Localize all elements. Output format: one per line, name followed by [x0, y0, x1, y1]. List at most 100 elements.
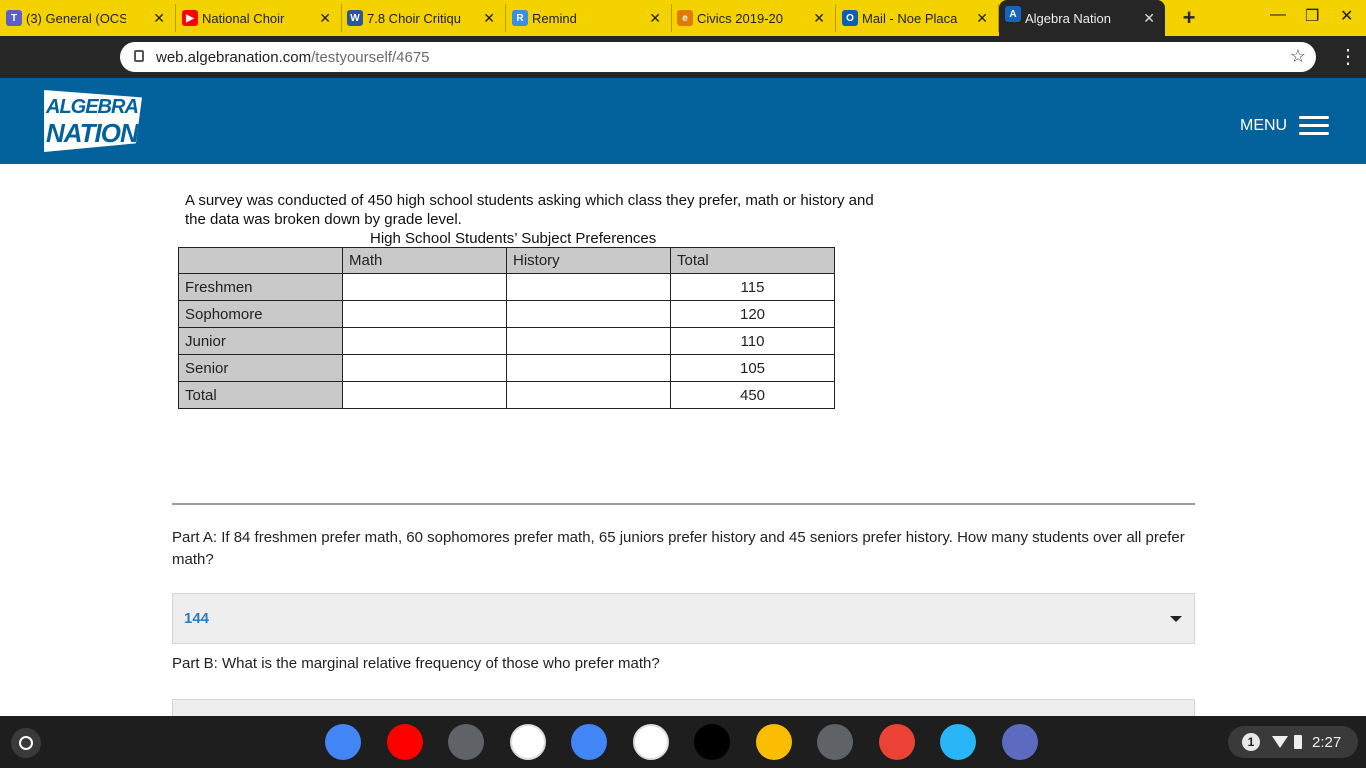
- status-tray[interactable]: 1 2:27: [1228, 726, 1358, 758]
- tab-4[interactable]: R Remind ✕: [506, 4, 672, 32]
- menu-label: MENU: [1240, 116, 1288, 134]
- tab-5[interactable]: e Civics 2019-20 ✕: [671, 4, 836, 32]
- question-intro: A survey was conducted of 450 high schoo…: [185, 192, 874, 228]
- cell-label: Senior: [178, 354, 343, 382]
- chrome-icon[interactable]: [325, 724, 361, 760]
- logo-line-2: NATION: [46, 118, 139, 148]
- cell-math: [342, 300, 507, 328]
- close-tab-icon[interactable]: ✕: [649, 10, 661, 27]
- bookmark-star-icon[interactable]: ☆: [1290, 46, 1306, 67]
- close-tab-icon[interactable]: ✕: [1143, 10, 1155, 27]
- table-row: Junior 110: [178, 327, 835, 355]
- teams-icon: T: [6, 10, 22, 26]
- keyboard-app-icon[interactable]: [1001, 724, 1038, 760]
- wifi-icon: [1272, 736, 1288, 748]
- restore-icon[interactable]: ❐: [1305, 6, 1319, 26]
- remind-icon: R: [512, 10, 528, 26]
- question-content: A survey was conducted of 450 high schoo…: [0, 164, 1366, 719]
- tab-title: Remind: [532, 10, 577, 26]
- cell-history: [506, 381, 671, 409]
- cell-history: [506, 327, 671, 355]
- close-tab-icon[interactable]: ✕: [319, 10, 331, 27]
- classroom-leaf-icon[interactable]: [632, 724, 669, 760]
- close-tab-icon[interactable]: ✕: [483, 10, 495, 27]
- cell-total: 110: [670, 327, 835, 355]
- cell-label: Freshmen: [178, 273, 343, 301]
- chevron-down-icon: [1170, 616, 1182, 622]
- tab-title: Algebra Nation: [1025, 10, 1111, 26]
- tab-7[interactable]: A Algebra Nation ✕: [999, 0, 1165, 36]
- battery-icon: [1294, 735, 1302, 749]
- part-a-prompt: Part A: If 84 freshmen prefer math, 60 s…: [172, 529, 1185, 568]
- tab-title: Mail - Noe Placa: [862, 10, 958, 26]
- part-a-selected-value: 144: [184, 610, 210, 627]
- algebra-nation-logo[interactable]: ALGEBRA NATION: [44, 90, 142, 152]
- url-path: /testyourself/4675: [311, 48, 430, 66]
- edpuzzle-icon: e: [677, 10, 693, 26]
- divider: [172, 503, 1195, 505]
- camera-icon[interactable]: [817, 724, 853, 760]
- tab-2[interactable]: ▶ National Choir ✕: [176, 4, 342, 32]
- close-tab-icon[interactable]: ✕: [976, 10, 988, 27]
- youtube-icon[interactable]: [386, 724, 423, 760]
- tab-1[interactable]: T (3) General (OCS ✕: [0, 4, 176, 32]
- site-header: ALGEBRA NATION MENU: [0, 78, 1366, 164]
- settings-icon[interactable]: [571, 724, 607, 760]
- cell-label: Sophomore: [178, 300, 343, 328]
- cell-math: [342, 381, 507, 409]
- close-tab-icon[interactable]: ✕: [153, 10, 165, 27]
- menu-button[interactable]: MENU: [1240, 111, 1330, 140]
- gmail-icon[interactable]: [878, 724, 915, 760]
- browser-toolbar: ← → ⟳ web.algebranation.com/testyourself…: [0, 36, 1366, 104]
- cell-total: 120: [670, 300, 835, 328]
- cell-history: [506, 273, 671, 301]
- table-title: High School Students’ Subject Preference…: [370, 230, 657, 247]
- algebra-nation-icon: A: [1005, 6, 1021, 22]
- clock: 2:27: [1312, 733, 1342, 751]
- url-domain: web.algebranation.com: [156, 48, 312, 66]
- lock-icon: [134, 50, 144, 62]
- outlook-icon: O: [842, 10, 858, 26]
- address-bar[interactable]: web.algebranation.com/testyourself/4675 …: [120, 42, 1316, 72]
- play-store-icon[interactable]: [509, 724, 546, 760]
- part-b-prompt: Part B: What is the marginal relative fr…: [172, 655, 660, 672]
- tab-title: Civics 2019-20: [697, 10, 783, 26]
- youtube-icon: ▶: [182, 10, 198, 26]
- part-a-answer-dropdown[interactable]: 144: [172, 593, 1195, 644]
- cell-math: [342, 354, 507, 382]
- notification-badge: 1: [1242, 733, 1260, 751]
- cell-label: Total: [178, 381, 343, 409]
- table-row: Total 450: [178, 381, 835, 409]
- tab-title: (3) General (OCS: [26, 10, 126, 26]
- cloud-icon[interactable]: [940, 724, 976, 760]
- cell-history: [506, 354, 671, 382]
- word-icon: W: [347, 10, 363, 26]
- hamburger-icon: [1299, 111, 1330, 140]
- table-header-total: Total: [670, 247, 835, 274]
- browser-menu-icon[interactable]: ⋮: [1338, 44, 1358, 69]
- photos-icon[interactable]: [755, 724, 792, 760]
- cell-math: [342, 273, 507, 301]
- cell-math: [342, 327, 507, 355]
- tab-title: National Choir: [202, 10, 285, 26]
- close-tab-icon[interactable]: ✕: [813, 10, 825, 27]
- minimize-icon[interactable]: ―: [1270, 6, 1286, 24]
- tab-3[interactable]: W 7.8 Choir Critiqu ✕: [341, 4, 506, 32]
- tab-6[interactable]: O Mail - Noe Placa ✕: [836, 4, 999, 32]
- table-header-math: Math: [342, 247, 507, 274]
- cell-label: Junior: [178, 327, 343, 355]
- logo-line-1: ALGEBRA: [46, 96, 139, 118]
- cell-history: [506, 300, 671, 328]
- table-header-blank: [178, 247, 343, 274]
- table-row: Senior 105: [178, 354, 835, 382]
- launcher-button[interactable]: [11, 728, 41, 758]
- os-shelf: 1 2:27: [0, 716, 1366, 768]
- table-row: Freshmen 115: [178, 273, 835, 301]
- table-row: Sophomore 120: [178, 300, 835, 328]
- calculator-icon[interactable]: [448, 724, 484, 760]
- cell-total: 115: [670, 273, 835, 301]
- browser-tab-strip: T (3) General (OCS ✕ ▶ National Choir ✕ W 7.8 C…: [0, 0, 1366, 36]
- new-tab-button[interactable]: +: [1174, 4, 1204, 32]
- close-window-icon[interactable]: ✕: [1340, 6, 1353, 26]
- screencastify-icon[interactable]: [694, 724, 730, 760]
